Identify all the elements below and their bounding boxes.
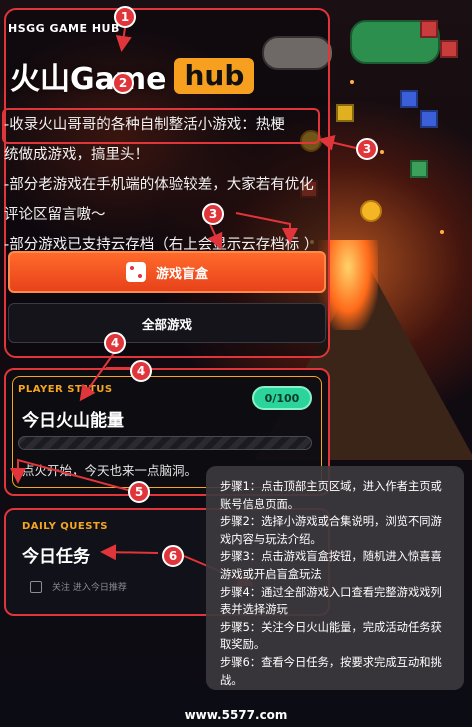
step-text: 步骤2：选择小游戏或合集说明，浏览不同游戏内容与玩法介绍。 (220, 515, 442, 546)
quest-item[interactable]: 关注 进入今日推荐 (30, 580, 127, 593)
tetris-block-icon (420, 110, 438, 128)
spark-particle (380, 150, 384, 154)
intro-line: 统做成游戏，搞里头！ (4, 147, 149, 163)
step-text: 步骤3：点击游戏盲盒按钮，随机进入惊喜喜游戏或开启盲盒玩法 (220, 550, 442, 581)
callout-marker-4b: 4 (130, 360, 152, 382)
player-status-message: 点火开始，今天也来一点脑洞。 (22, 463, 198, 478)
step-text: 步骤6：查看今日任务，按要求完成互动和挑战。 (220, 655, 442, 687)
intro-line: 评论区留言嗷～ (4, 207, 106, 223)
step-text: 步骤5：关注今日火山能量，完成活动任务获取奖励。 (220, 620, 442, 652)
intro-line: -部分老游戏在手机端的体验较差，大家若有优化 (4, 177, 314, 193)
energy-progress-badge: 0/100 (252, 386, 312, 410)
tetris-block-icon (410, 160, 428, 178)
checkbox-icon[interactable] (30, 580, 42, 593)
site-watermark: www.5577.com (184, 708, 288, 722)
all-games-button[interactable]: 全部游戏 (8, 303, 326, 343)
all-games-label: 全部游戏 (141, 316, 192, 332)
tetris-block-icon (336, 104, 354, 122)
intro-line: -收录火山哥哥的各种自制整活小游戏：热梗 (4, 117, 285, 133)
spark-particle (440, 230, 444, 234)
callout-marker-3b: 3 (202, 203, 224, 225)
steps-overlay: 步骤1：点击顶部主页区域，进入作者主页或账号信息页面。 步骤2：选择小游戏或合集… (206, 466, 464, 690)
player-status-title: 今日火山能量 (22, 411, 124, 431)
title-main: 火山Game (10, 62, 167, 97)
callout-marker-3: 3 (356, 138, 378, 160)
brand-label: HSGG GAME HUB (8, 22, 120, 35)
daily-quests-label: DAILY QUESTS (22, 521, 108, 532)
dice-icon (125, 262, 146, 282)
step-text: 步骤4：通过全部游戏入口查看完整游戏戏列表并选择游玩 (220, 585, 442, 617)
player-status-label: PLAYER STATUS (18, 384, 113, 395)
tetris-block-icon (400, 90, 418, 108)
quest-item-text: 关注 进入今日推荐 (52, 583, 127, 593)
spark-particle (350, 80, 354, 84)
daily-quests-title: 今日任务 (22, 547, 90, 567)
tetris-block-icon (440, 40, 458, 58)
step-text: 步骤1：点击顶部主页区域，进入作者主页或账号信息页面。 (220, 480, 442, 511)
callout-marker-2: 2 (112, 72, 134, 94)
callout-marker-6: 6 (162, 545, 184, 567)
title-badge: hub (174, 58, 255, 94)
tetris-block-icon (420, 20, 438, 38)
coin-icon (360, 200, 382, 222)
energy-progress-bar (18, 436, 312, 450)
intro-text[interactable]: -收录火山哥哥的各种自制整活小游戏：热梗 统做成游戏，搞里头！ -部分老游戏在手… (4, 110, 334, 260)
callout-marker-4: 4 (104, 332, 126, 354)
callout-marker-1: 1 (114, 6, 136, 28)
callout-marker-5: 5 (128, 481, 150, 503)
blind-box-button[interactable]: 游戏盲盒 (8, 251, 326, 293)
blind-box-label: 游戏盲盒 (155, 266, 208, 282)
